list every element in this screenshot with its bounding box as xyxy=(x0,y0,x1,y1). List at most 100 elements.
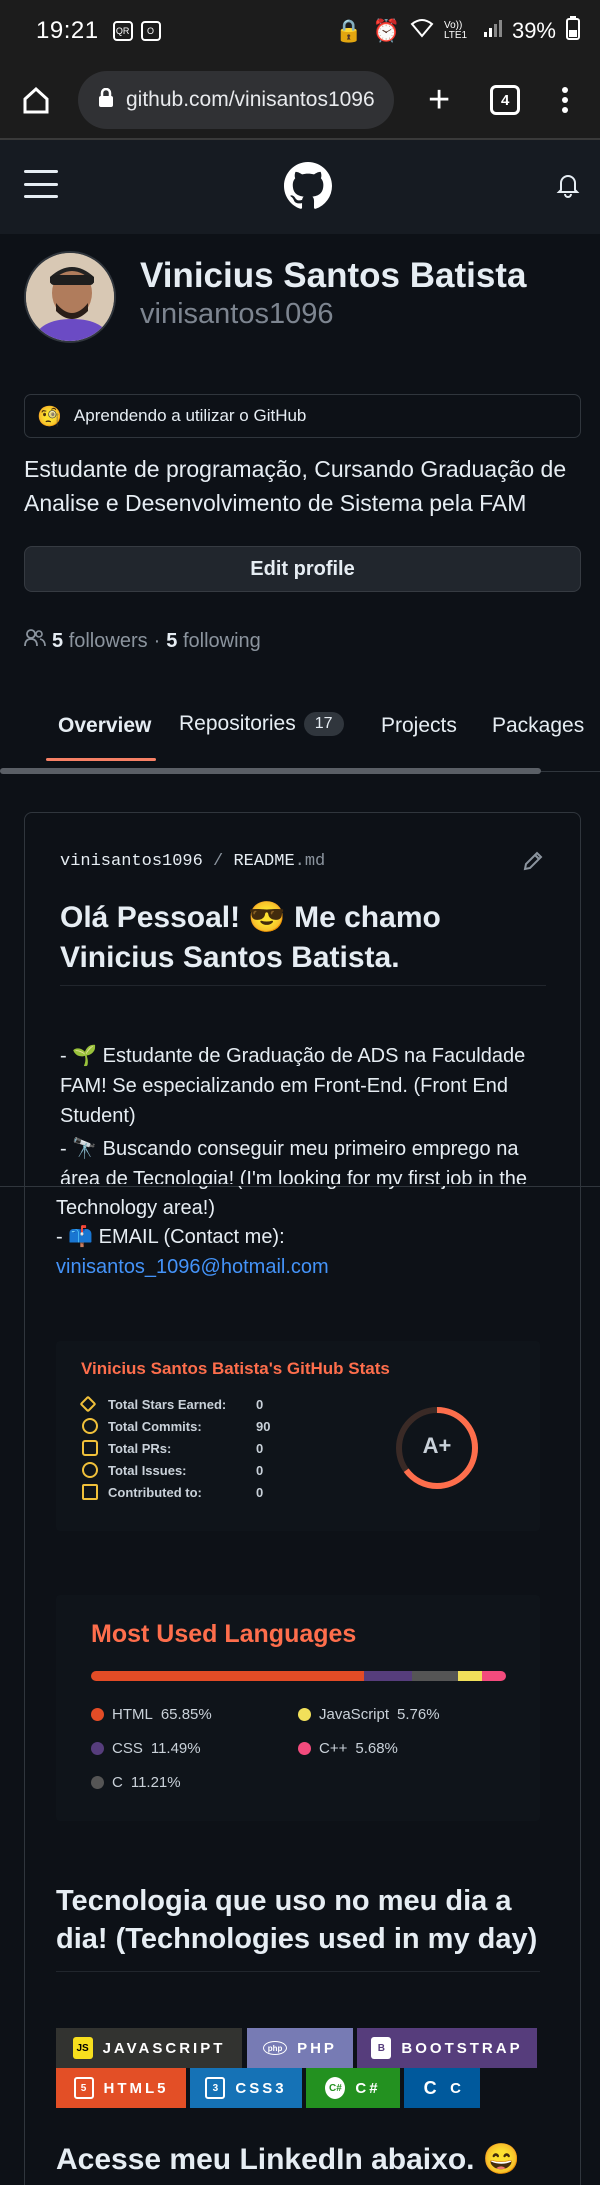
javascript-logo-icon: JS xyxy=(72,2037,93,2059)
stat-value: 90 xyxy=(256,1418,271,1434)
tab-repositories-label: Repositories xyxy=(179,712,296,735)
readme-email-link[interactable]: vinisantos_1096@hotmail.com xyxy=(56,1252,329,1282)
status-time: 19:21 xyxy=(36,17,99,44)
url-text: github.com/vinisantos1096 xyxy=(126,88,375,111)
qr-notification-icon: QR xyxy=(112,21,133,41)
language-percent: 65.85% xyxy=(160,1706,212,1723)
languages-card: Most Used Languages HTML 65.85% CSS 11.49%… xyxy=(56,1595,540,1821)
language-name: JavaScript xyxy=(319,1706,390,1723)
following-count: 5 xyxy=(166,629,178,652)
badge-label: PHP xyxy=(297,2039,337,2057)
readme-heading: Olá Pessoal! 😎 Me chamo Vinicius Santos … xyxy=(60,901,441,974)
language-name: HTML xyxy=(112,1706,153,1723)
browser-toolbar: github.com/vinisantos1096 + 4 xyxy=(0,62,600,140)
technologies-heading: Tecnologia que uso no meu dia a dia! (Te… xyxy=(56,1885,538,1955)
language-name: CSS xyxy=(112,1740,143,1757)
stat-row-stars: Total Stars Earned: 0 xyxy=(79,1393,270,1415)
home-icon[interactable] xyxy=(16,80,56,120)
tabs-scrollbar[interactable] xyxy=(0,768,541,774)
profile-name: Vinicius Santos Batista xyxy=(140,256,527,295)
stat-label: Total PRs: xyxy=(108,1440,172,1456)
stats-card-title: Vinicius Santos Batista's GitHub Stats xyxy=(81,1359,390,1378)
issue-icon xyxy=(82,1462,98,1478)
csharp-logo-icon: C# xyxy=(325,2077,346,2099)
language-bar-segment xyxy=(482,1671,506,1681)
network-type-label: Vo)) LTE1 xyxy=(443,20,468,41)
html5-logo-icon: 5 xyxy=(73,2077,94,2099)
new-tab-icon[interactable]: + xyxy=(428,81,450,119)
bootstrap-logo-icon: B xyxy=(371,2037,392,2059)
php-badge[interactable]: php PHP xyxy=(247,2028,353,2068)
badge-label: HTML5 xyxy=(103,2079,169,2097)
stat-label: Total Stars Earned: xyxy=(108,1396,227,1412)
stat-label: Contributed to: xyxy=(108,1484,202,1500)
status-box[interactable]: 🧐 Aprendendo a utilizar o GitHub xyxy=(24,394,581,438)
wifi-icon xyxy=(410,18,434,44)
hamburger-menu-icon[interactable] xyxy=(24,170,58,198)
tab-overview[interactable]: Overview xyxy=(58,714,151,738)
edit-readme-pencil-icon[interactable] xyxy=(522,850,544,877)
c-logo-icon: C xyxy=(423,2077,437,2098)
stat-row-issues: Total Issues: 0 xyxy=(82,1459,270,1481)
language-bar-segment xyxy=(411,1671,459,1681)
edit-profile-button[interactable]: Edit profile xyxy=(24,546,581,592)
stat-value: 0 xyxy=(256,1440,264,1456)
more-menu-icon[interactable] xyxy=(562,87,569,113)
languages-card-title: Most Used Languages xyxy=(91,1620,357,1648)
language-percent: 11.21% xyxy=(130,1774,181,1791)
tab-projects[interactable]: Projects xyxy=(381,714,457,738)
github-logo-icon[interactable] xyxy=(284,162,332,215)
notification-icons: QR O xyxy=(112,21,161,41)
grade-text: A+ xyxy=(422,1433,452,1458)
languages-bar xyxy=(91,1671,506,1681)
language-name: C xyxy=(112,1774,123,1791)
readme-path-user[interactable]: vinisantos1096 xyxy=(60,852,203,871)
avatar[interactable] xyxy=(24,251,116,343)
monocle-emoji-icon: 🧐 xyxy=(37,405,62,428)
tab-packages[interactable]: Packages xyxy=(492,714,584,738)
readme-path-extension: .md xyxy=(294,852,326,871)
tab-overview-underline xyxy=(46,758,156,761)
badge-label: C# xyxy=(355,2079,381,2097)
readme-line-student: - 🌱 Estudante de Graduação de ADS na Fac… xyxy=(60,1045,526,1127)
language-percent: 5.68% xyxy=(355,1740,398,1757)
address-bar[interactable]: github.com/vinisantos1096 xyxy=(78,71,394,129)
github-header xyxy=(0,140,600,234)
readme-path-separator: / xyxy=(213,852,224,871)
language-item-c: C 11.21% xyxy=(91,1774,181,1791)
status-text: Aprendendo a utilizar o GitHub xyxy=(73,406,307,425)
stat-label: Total Commits: xyxy=(108,1418,202,1434)
c-badge[interactable]: C C xyxy=(404,2068,480,2108)
stat-row-prs: Total PRs: 0 xyxy=(82,1437,270,1459)
csharp-badge[interactable]: C# C# xyxy=(306,2068,400,2108)
star-icon xyxy=(79,1395,97,1413)
following-link[interactable]: 5 following xyxy=(166,630,261,653)
notifications-bell-icon[interactable] xyxy=(556,172,580,203)
readme-line-job-2: área de Tecnologia! (I'm looking for my … xyxy=(60,1168,528,1184)
badge-label: C xyxy=(450,2079,464,2097)
stat-row-contributed: Contributed to: 0 xyxy=(82,1481,270,1503)
app-notification-icon: O xyxy=(140,21,161,41)
following-label: following xyxy=(182,629,261,652)
php-logo-icon: php xyxy=(263,2041,288,2055)
language-item-cpp: C++ 5.68% xyxy=(298,1740,398,1757)
language-bar-segment xyxy=(364,1671,412,1681)
linkedin-heading: Acesse meu LinkedIn abaixo. 😄 xyxy=(56,2143,521,2176)
github-stats-card: Vinicius Santos Batista's GitHub Stats T… xyxy=(56,1341,540,1531)
language-bar-segment xyxy=(458,1671,483,1681)
language-item-javascript: JavaScript 5.76% xyxy=(298,1706,440,1723)
language-bar-segment xyxy=(91,1671,365,1681)
language-item-html: HTML 65.85% xyxy=(91,1706,212,1723)
followers-link[interactable]: 5 followers xyxy=(52,630,148,653)
tab-switcher-button[interactable]: 4 xyxy=(490,85,521,115)
repositories-count-badge: 17 xyxy=(303,712,344,736)
html5-badge[interactable]: 5 HTML5 xyxy=(56,2068,186,2108)
profile-bio: Estudante de programação, Cursando Gradu… xyxy=(24,456,567,516)
bootstrap-badge[interactable]: B BOOTSTRAP xyxy=(357,2028,537,2068)
tab-repositories[interactable]: Repositories 17 xyxy=(179,712,344,736)
pull-request-icon xyxy=(82,1440,98,1456)
javascript-badge[interactable]: JS JAVASCRIPT xyxy=(56,2028,242,2068)
css3-badge[interactable]: 3 CSS3 xyxy=(190,2068,302,2108)
css3-logo-icon: 3 xyxy=(205,2077,226,2099)
badge-label: JAVASCRIPT xyxy=(102,2039,226,2057)
